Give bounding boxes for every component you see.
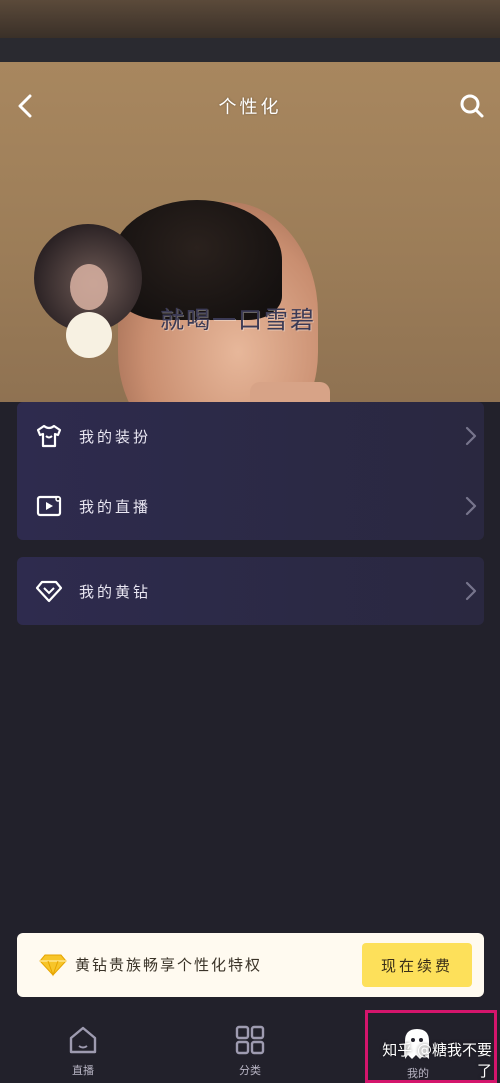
avatar-badge <box>66 312 112 358</box>
chevron-right-icon <box>465 581 477 601</box>
yellow-diamond-promo-banner[interactable]: 黄钻贵族畅享个性化特权 现在续费 <box>17 933 484 997</box>
watermark-text: 知乎 @糖我不要了 <box>382 1041 492 1080</box>
home-icon <box>69 1026 97 1054</box>
search-icon <box>460 94 484 118</box>
tab-me[interactable]: 知乎 @糖我不要了 我的 <box>365 1010 497 1083</box>
tab-label: 分类 <box>239 1064 261 1077</box>
live-stream-icon <box>36 495 62 517</box>
renew-now-button[interactable]: 现在续费 <box>362 943 472 987</box>
tab-label: 我的 <box>407 1067 429 1080</box>
avatar-face <box>70 264 108 310</box>
menu-item-my-outfit[interactable]: 我的装扮 <box>17 402 484 470</box>
menu-item-my-live[interactable]: 我的直播 <box>17 472 484 540</box>
menu-item-my-yellow-diamond[interactable]: 我的黄钻 <box>17 557 484 625</box>
status-strip <box>0 38 500 62</box>
chevron-right-icon <box>465 426 477 446</box>
back-arrow-icon <box>18 94 32 118</box>
chevron-right-icon <box>465 496 477 516</box>
tab-category[interactable]: 分类 <box>210 1024 290 1080</box>
search-button[interactable] <box>458 92 486 120</box>
grid-icon <box>235 1025 265 1055</box>
promo-text: 黄钻贵族畅享个性化特权 <box>75 956 263 974</box>
tab-label: 直播 <box>72 1064 94 1077</box>
yellow-diamond-icon <box>39 954 67 977</box>
tab-live[interactable]: 直播 <box>43 1024 123 1080</box>
page-title: 个性化 <box>218 97 282 118</box>
menu-card-secondary: 我的黄钻 <box>17 557 484 625</box>
menu-item-label: 我的黄钻 <box>79 582 152 601</box>
diamond-icon <box>35 580 63 603</box>
shirt-icon <box>36 424 62 448</box>
menu-item-label: 我的直播 <box>79 497 152 516</box>
back-button[interactable] <box>12 92 40 120</box>
menu-item-label: 我的装扮 <box>79 427 152 446</box>
banner-photo-neck <box>250 382 330 402</box>
username: 就喝一口雪碧 <box>160 306 316 334</box>
menu-card-primary: 我的装扮 我的直播 <box>17 402 484 540</box>
status-bar <box>0 0 500 38</box>
